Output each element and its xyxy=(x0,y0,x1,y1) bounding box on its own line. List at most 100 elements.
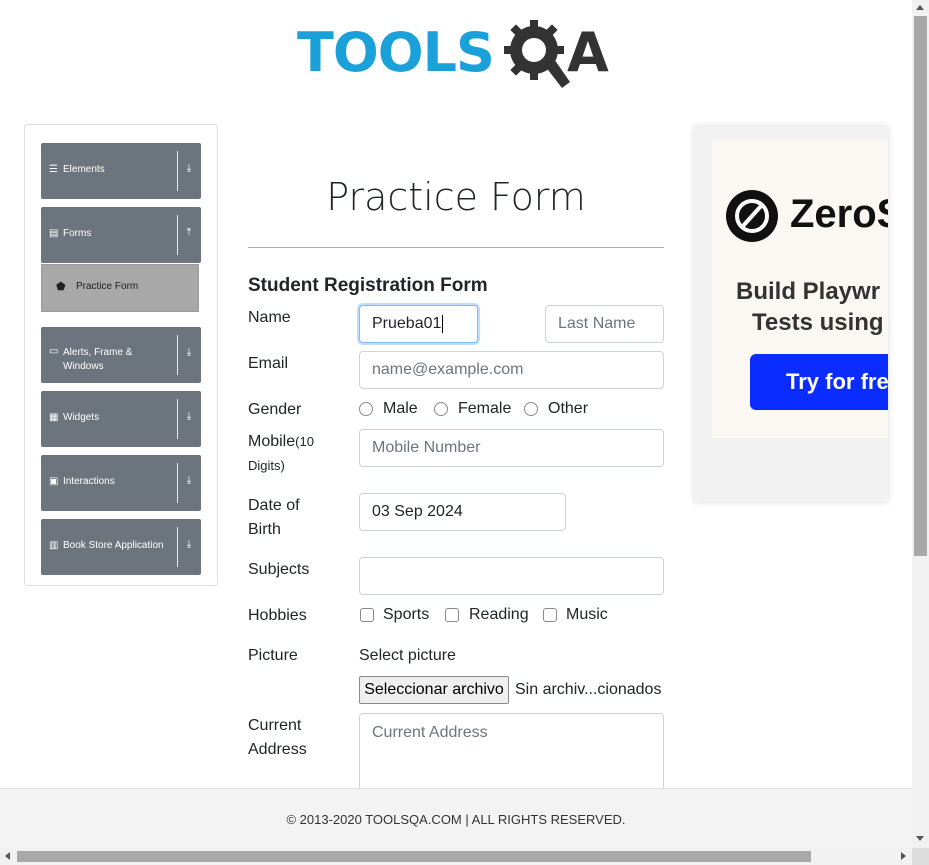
subjects-input[interactable] xyxy=(359,557,664,595)
book-icon: ▥ xyxy=(49,540,59,551)
gender-other-radio[interactable] xyxy=(524,402,538,416)
divider xyxy=(177,527,178,567)
html5-icon: ⬟ xyxy=(56,281,66,293)
hobby-music-checkbox[interactable] xyxy=(543,608,557,622)
email-input[interactable]: name@example.com xyxy=(359,351,664,389)
gender-other-label[interactable]: Other xyxy=(548,400,588,418)
download-arrow-icon: ⤓ xyxy=(186,163,192,174)
name-label: Name xyxy=(248,309,291,326)
hobby-sports-label[interactable]: Sports xyxy=(383,606,429,624)
date-of-birth-input[interactable]: 03 Sep 2024 xyxy=(359,493,566,531)
vertical-scrollbar[interactable] xyxy=(912,0,929,848)
scrollbar-corner xyxy=(912,848,929,865)
ad-tagline-line1: Build Playwr xyxy=(736,278,881,305)
email-label: Email xyxy=(248,355,289,372)
zerostep-logo-icon xyxy=(726,190,778,242)
current-address-label: Current Address xyxy=(248,714,307,762)
mobile-hint-2: Digits) xyxy=(248,458,285,473)
page-title: Practice Form xyxy=(326,175,586,219)
ad-tagline: Build Playwr Tests using xyxy=(736,276,888,338)
gear-icon xyxy=(504,20,570,88)
choose-file-button[interactable]: Seleccionar archivo xyxy=(359,676,509,704)
ad-panel: ZeroS Build Playwr Tests using Try for f… xyxy=(712,140,888,438)
divider xyxy=(177,151,178,191)
sidebar-item-practice-form[interactable]: ⬟ Practice Form xyxy=(41,264,199,312)
hobby-reading-label[interactable]: Reading xyxy=(469,606,529,624)
sidebar-group-widgets[interactable]: ▦ Widgets ⤓ xyxy=(41,391,201,447)
divider xyxy=(248,247,664,248)
interactions-icon: ▣ xyxy=(49,476,59,487)
sidebar: ☰ Elements ⤓ ▤ Forms ⤒ ⬟ Practice Form ▭… xyxy=(24,124,218,586)
sidebar-group-forms[interactable]: ▤ Forms ⤒ xyxy=(41,207,201,263)
divider xyxy=(177,335,178,375)
try-for-free-button[interactable]: Try for free xyxy=(750,354,888,410)
scroll-right-icon[interactable] xyxy=(901,852,906,860)
dob-label: Date of Birth xyxy=(248,494,300,542)
mobile-hint: (10 xyxy=(295,434,314,449)
mobile-label-text: Mobile xyxy=(248,433,296,450)
vertical-scroll-thumb[interactable] xyxy=(914,16,927,556)
sidebar-item-label: Practice Form xyxy=(76,281,139,292)
gender-female-radio[interactable] xyxy=(434,402,448,416)
download-arrow-icon: ⤓ xyxy=(186,539,192,550)
scroll-up-icon[interactable] xyxy=(916,5,924,10)
sidebar-group-elements[interactable]: ☰ Elements ⤓ xyxy=(41,143,201,199)
scroll-down-icon[interactable] xyxy=(916,836,924,841)
footer: © 2013-2020 TOOLSQA.COM | ALL RIGHTS RES… xyxy=(0,788,912,849)
subjects-label: Subjects xyxy=(248,561,310,578)
download-arrow-icon: ⤓ xyxy=(186,475,192,486)
logo-text-a: A xyxy=(567,21,609,84)
forms-icon: ▤ xyxy=(49,228,59,239)
menu-icon: ☰ xyxy=(49,164,58,175)
sidebar-group-label: Forms xyxy=(63,228,92,239)
download-arrow-icon: ⤓ xyxy=(186,411,192,422)
hobbies-label: Hobbies xyxy=(248,607,307,624)
scroll-left-icon[interactable] xyxy=(5,852,10,860)
sidebar-group-label: Alerts, Frame & Windows xyxy=(63,346,132,374)
sidebar-group-alerts[interactable]: ▭ Alerts, Frame & Windows ⤓ xyxy=(41,327,201,383)
horizontal-scroll-thumb[interactable] xyxy=(17,851,811,862)
gender-male-radio[interactable] xyxy=(359,402,373,416)
last-name-input[interactable]: Last Name xyxy=(545,305,664,343)
dob-label-line2: Birth xyxy=(248,521,281,538)
hobby-music-label[interactable]: Music xyxy=(566,606,608,624)
advertisement[interactable]: ZeroS Build Playwr Tests using Try for f… xyxy=(694,126,888,502)
gender-label: Gender xyxy=(248,401,302,418)
sidebar-group-label: Widgets xyxy=(63,412,100,423)
sidebar-group-label-line2: Windows xyxy=(63,361,104,372)
toolsqa-logo[interactable]: TOOLS A xyxy=(297,16,621,91)
address-label-line1: Current xyxy=(248,717,302,734)
picture-label: Picture xyxy=(248,647,298,664)
mobile-input[interactable]: Mobile Number xyxy=(359,429,664,467)
ad-tagline-line2: Tests using xyxy=(752,309,884,336)
text-cursor xyxy=(442,315,444,333)
ad-brand: ZeroS xyxy=(790,192,888,236)
sidebar-group-interactions[interactable]: ▣ Interactions ⤓ xyxy=(41,455,201,511)
first-name-value: Prueba01 xyxy=(372,315,442,332)
gender-female-label[interactable]: Female xyxy=(458,400,511,418)
download-arrow-icon: ⤓ xyxy=(186,347,192,358)
hobby-reading-checkbox[interactable] xyxy=(445,608,459,622)
sidebar-group-label: Interactions xyxy=(63,476,115,487)
select-picture-label: Select picture xyxy=(359,647,456,664)
logo-text-tools: TOOLS xyxy=(297,21,495,84)
divider xyxy=(177,215,178,255)
gender-male-label[interactable]: Male xyxy=(383,400,418,418)
horizontal-scrollbar[interactable] xyxy=(0,848,912,865)
file-status-text: Sin archiv...cionados xyxy=(515,681,662,698)
widgets-icon: ▦ xyxy=(49,412,59,423)
window-icon: ▭ xyxy=(49,346,59,357)
hobby-sports-checkbox[interactable] xyxy=(360,608,374,622)
mobile-label: Mobile(10 Digits) xyxy=(248,430,314,478)
first-name-input[interactable]: Prueba01 xyxy=(359,305,478,343)
sidebar-group-book-store[interactable]: ▥ Book Store Application ⤓ xyxy=(41,519,201,575)
copyright-text: © 2013-2020 TOOLSQA.COM | ALL RIGHTS RES… xyxy=(286,812,626,827)
dob-label-line1: Date of xyxy=(248,497,300,514)
sidebar-group-label-line1: Alerts, Frame & xyxy=(63,347,133,358)
sidebar-group-label: Book Store Application xyxy=(63,540,164,551)
address-label-line2: Address xyxy=(248,741,307,758)
divider xyxy=(177,399,178,439)
logo-glyph xyxy=(735,199,769,233)
upload-arrow-icon: ⤒ xyxy=(186,227,192,238)
form-section-title: Student Registration Form xyxy=(248,275,488,296)
